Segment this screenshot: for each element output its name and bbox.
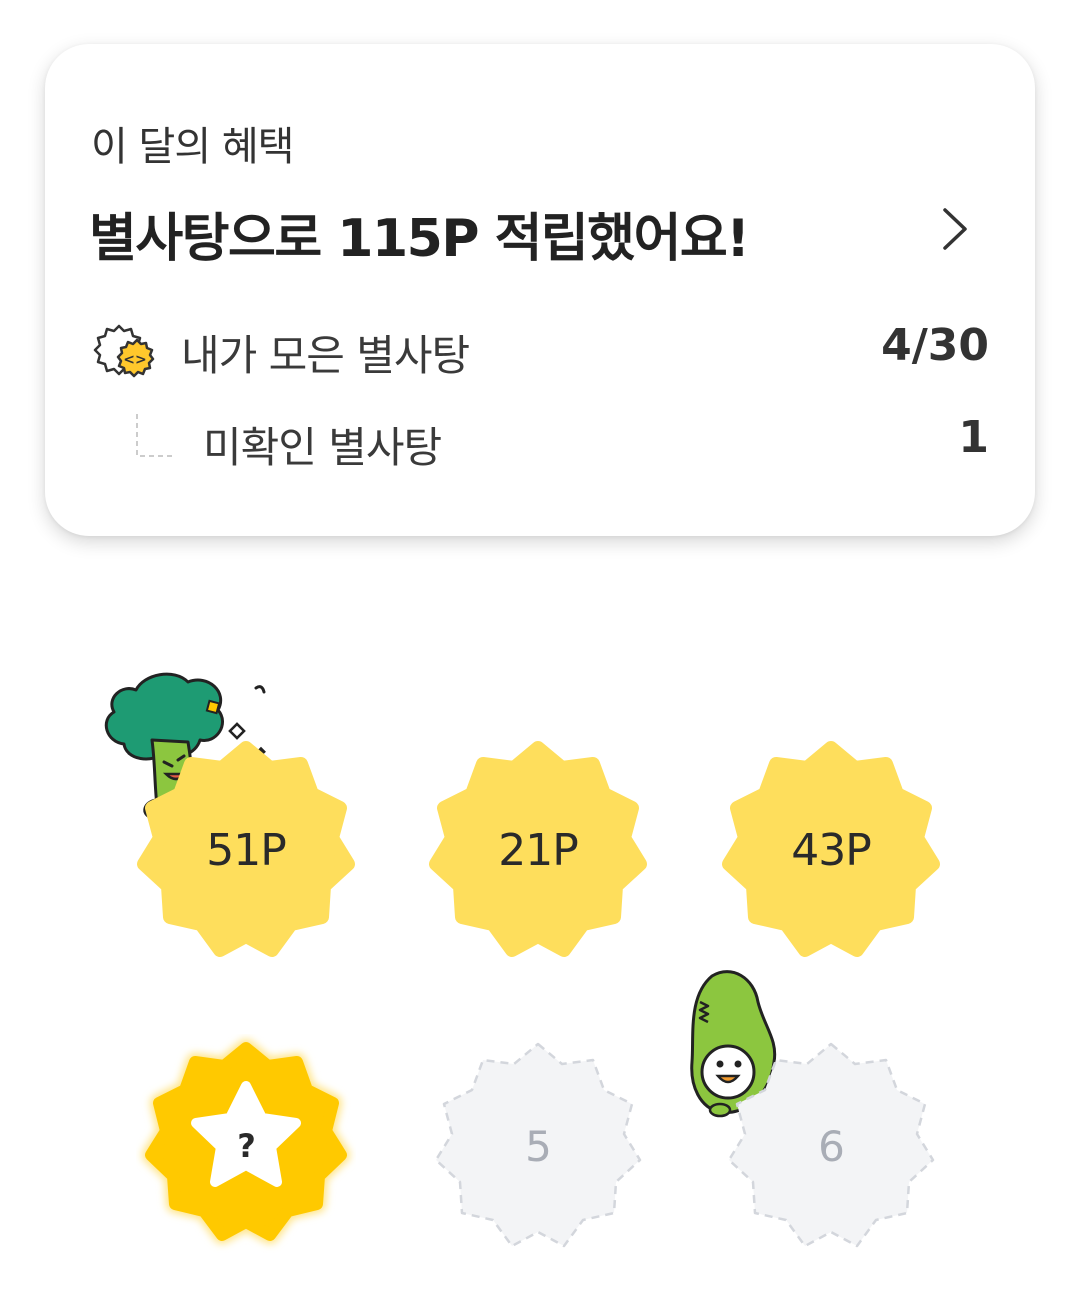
star-candy-icon: <> xyxy=(93,324,155,378)
candy-point-label: 21P xyxy=(498,824,579,876)
candy-point-label: 51P xyxy=(206,824,287,876)
star-candy-page: 이 달의 혜택 별사탕으로 115P 적립했어요! <> 내가 모은 별사탕 4… xyxy=(0,0,1080,1294)
card-label: 이 달의 혜택 xyxy=(91,124,294,170)
unchecked-candies-count: 1 xyxy=(958,412,989,463)
empty-candy-number: 5 xyxy=(525,1121,552,1171)
star-candy-21p[interactable]: 21P xyxy=(428,740,648,960)
monthly-benefit-card[interactable]: 이 달의 혜택 별사탕으로 115P 적립했어요! <> 내가 모은 별사탕 4… xyxy=(45,44,1035,536)
star-candy-51p[interactable]: 51P xyxy=(136,740,356,960)
unchecked-candy-question-mark: ? xyxy=(237,1127,256,1165)
unchecked-candies-row: 미확인 별사탕 1 xyxy=(45,408,1035,478)
star-candy-unchecked[interactable]: ? xyxy=(136,1034,356,1254)
collected-candies-row: <> 내가 모은 별사탕 4/30 xyxy=(45,316,1035,386)
unchecked-candies-label: 미확인 별사탕 xyxy=(203,423,442,472)
collected-candies-label: 내가 모은 별사탕 xyxy=(181,331,470,380)
empty-candy-number: 6 xyxy=(818,1121,845,1171)
svg-text:<>: <> xyxy=(123,352,146,368)
star-candy-empty-6: 6 xyxy=(721,1036,941,1256)
candy-point-label: 43P xyxy=(791,824,872,876)
card-title: 별사탕으로 115P 적립했어요! xyxy=(89,209,750,269)
star-candy-43p[interactable]: 43P xyxy=(721,740,941,960)
tree-connector-line xyxy=(136,414,175,457)
chevron-right-icon[interactable] xyxy=(935,206,975,252)
collected-candies-count: 4/30 xyxy=(881,320,989,371)
star-candy-empty-5: 5 xyxy=(428,1036,648,1256)
